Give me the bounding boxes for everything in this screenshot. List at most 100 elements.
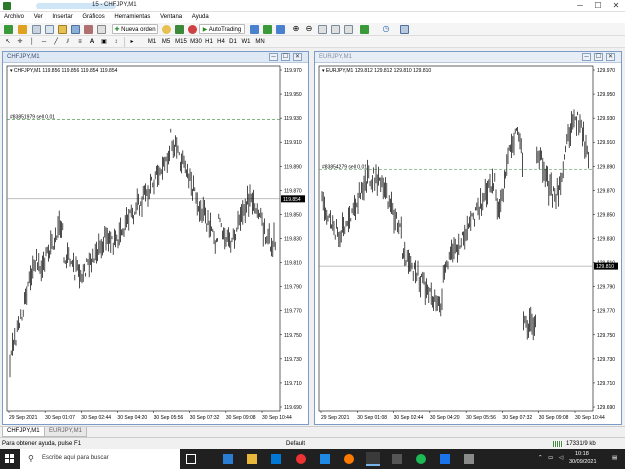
tray-chevron-icon[interactable]: ⌃ — [538, 455, 543, 461]
y-axis-label: 129.890 — [597, 164, 615, 170]
price-chart-eurjpy[interactable]: ▾ EURJPY,M1 129.812 129.812 129.810 129.… — [315, 64, 621, 425]
label-tool-icon[interactable]: ▣ — [100, 37, 108, 47]
line-chart-icon[interactable] — [276, 25, 285, 34]
new-order-button[interactable]: ✚ Nueva orden — [112, 24, 158, 34]
autoscroll-icon[interactable] — [344, 25, 353, 34]
tab-eurjpy[interactable]: EURJPY,M1 — [44, 427, 87, 437]
connection-icon — [553, 441, 563, 447]
autotrading-button[interactable]: ▶ AutoTrading — [199, 24, 245, 34]
chart-close-button[interactable]: ✕ — [293, 53, 302, 61]
signals-icon[interactable] — [162, 25, 171, 34]
network-icon[interactable]: ▭ — [548, 455, 553, 461]
tester-icon[interactable] — [84, 25, 93, 34]
notification-icon[interactable]: ▤ — [612, 455, 617, 461]
chart-maximize-button[interactable]: ☐ — [281, 53, 290, 61]
chart-maximize-button[interactable]: ☐ — [594, 53, 603, 61]
timeframe-m1[interactable]: M1 — [146, 37, 158, 47]
data-window-icon[interactable] — [45, 25, 54, 34]
chart-window-eurjpy[interactable]: EURJPY,M1 ─ ☐ ✕ ▾ EURJPY,M1 129.812 129.… — [314, 51, 622, 425]
vertical-line-icon[interactable]: │ — [28, 37, 36, 47]
trendline-icon[interactable]: ╱ — [52, 37, 60, 47]
y-axis-label: 119.850 — [284, 212, 302, 218]
menu-ver[interactable]: Ver — [30, 12, 47, 22]
clock-time[interactable]: 10:18 — [575, 451, 589, 457]
opera-icon[interactable] — [296, 454, 306, 464]
terminal-icon[interactable] — [71, 25, 80, 34]
edge-icon[interactable] — [223, 454, 233, 464]
chrome-icon[interactable] — [440, 454, 450, 464]
templates-icon[interactable] — [400, 25, 409, 34]
crosshair-icon[interactable]: ✛ — [16, 37, 24, 47]
price-tag: 129.810 — [596, 264, 614, 270]
close-button[interactable]: ✕ — [607, 0, 625, 12]
volume-icon[interactable]: ◁ — [559, 455, 563, 461]
cursor-icon[interactable]: ↖ — [4, 37, 12, 47]
zoom-out-icon[interactable]: ⊖ — [304, 24, 314, 34]
profiles-icon[interactable] — [18, 25, 27, 34]
menu-ventana[interactable]: Ventana — [156, 12, 186, 22]
menu-insertar[interactable]: Insertar — [48, 12, 76, 22]
chart-close-button[interactable]: ✕ — [606, 53, 615, 61]
fibonacci-icon[interactable]: ≡ — [76, 37, 84, 47]
zoom-in-icon[interactable]: ⊕ — [291, 24, 301, 34]
x-axis-label: 30 Sep 07:32 — [502, 415, 532, 421]
timeframe-w1[interactable]: W1 — [241, 37, 251, 47]
chart-caption[interactable]: EURJPY,M1 ─ ☐ ✕ — [315, 52, 621, 63]
bar-chart-icon[interactable] — [250, 25, 259, 34]
store-icon[interactable] — [271, 454, 281, 464]
price-chart-chfjpy[interactable]: ▾ CHFJPY,M1 119.856 119.856 119.854 119.… — [3, 64, 308, 425]
timeframe-h4[interactable]: H4 — [216, 37, 226, 47]
app-taskbar-icon-2[interactable] — [464, 454, 474, 464]
ie-icon[interactable] — [320, 454, 330, 464]
text-tool-icon[interactable]: A — [88, 37, 96, 47]
timeframe-m15[interactable]: M15 — [174, 37, 188, 47]
vps-icon[interactable] — [188, 25, 197, 34]
new-chart-icon[interactable] — [4, 25, 13, 34]
status-profile: Default — [286, 441, 306, 447]
chart-shift-icon[interactable] — [331, 25, 340, 34]
tab-chfjpy[interactable]: CHFJPY,M1 — [2, 427, 45, 437]
metatrader-taskbar-icon[interactable] — [366, 452, 380, 466]
minimize-button[interactable]: ─ — [571, 0, 589, 12]
app-taskbar-icon[interactable] — [392, 454, 402, 464]
chart-minimize-button[interactable]: ─ — [582, 53, 591, 61]
title-bar: 15 - CHFJPY,M1 ─ ☐ ✕ — [0, 0, 625, 12]
spotify-icon[interactable] — [416, 454, 426, 464]
clock-date[interactable]: 30/09/2021 — [569, 459, 597, 465]
market-watch-icon[interactable] — [32, 25, 41, 34]
windows-start-icon[interactable] — [5, 454, 15, 464]
timeframe-m5[interactable]: M5 — [160, 37, 172, 47]
candlestick-icon[interactable] — [263, 25, 272, 34]
market-icon[interactable] — [175, 25, 184, 34]
arrows-icon[interactable]: ↕ — [112, 37, 120, 47]
file-explorer-icon[interactable] — [247, 454, 257, 464]
menu-graficos[interactable]: Gráficos — [78, 12, 108, 22]
timeframe-mn[interactable]: MN — [254, 37, 266, 47]
menu-archivo[interactable]: Archivo — [0, 12, 28, 22]
chart-caption[interactable]: CHFJPY,M1 ─ ☐ ✕ — [3, 52, 308, 63]
indicators-icon[interactable] — [360, 25, 369, 34]
metaeditor-icon[interactable] — [97, 25, 106, 34]
task-view-icon[interactable] — [186, 454, 196, 464]
timeframe-m30[interactable]: M30 — [189, 37, 203, 47]
chart-caption-label: CHFJPY,M1 — [7, 54, 40, 60]
maximize-button[interactable]: ☐ — [589, 0, 607, 12]
taskbar-search[interactable]: ⚲ Escribe aquí para buscar — [20, 449, 180, 469]
channel-icon[interactable]: ⫽ — [64, 37, 72, 47]
indicator-list-icon[interactable]: ▸ — [128, 37, 136, 47]
timeframe-h1[interactable]: H1 — [204, 37, 214, 47]
tile-windows-icon[interactable] — [318, 25, 327, 34]
chart-minimize-button[interactable]: ─ — [269, 53, 278, 61]
horizontal-line-icon[interactable]: ─ — [40, 37, 48, 47]
firefox-icon[interactable] — [344, 454, 354, 464]
menu-ayuda[interactable]: Ayuda — [188, 12, 213, 22]
price-tag: 119.854 — [283, 197, 301, 203]
search-input[interactable]: Escribe aquí para buscar — [42, 455, 109, 461]
chart-window-chfjpy[interactable]: CHFJPY,M1 ─ ☐ ✕ ▾ CHFJPY,M1 119.856 119.… — [2, 51, 309, 425]
y-axis-label: 129.950 — [597, 92, 615, 98]
timeframe-d1[interactable]: D1 — [228, 37, 238, 47]
periods-icon[interactable]: ◷ — [381, 24, 391, 34]
navigator-icon[interactable] — [58, 25, 67, 34]
menu-herramientas[interactable]: Herramientas — [110, 12, 154, 22]
x-axis-label: 30 Sep 10:44 — [575, 415, 605, 421]
